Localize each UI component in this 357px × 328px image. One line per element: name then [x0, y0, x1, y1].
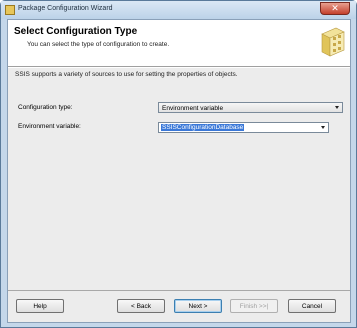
page-title: Select Configuration Type [14, 26, 138, 37]
configuration-type-value: Environment variable [162, 104, 224, 112]
next-button-label: Next > [188, 302, 208, 310]
intro-text: SSIS supports a variety of sources to us… [15, 71, 238, 78]
help-button[interactable]: Help [16, 299, 64, 313]
help-button-label: Help [33, 302, 47, 310]
wizard-header: Select Configuration Type You can select… [8, 20, 350, 66]
back-button-label: < Back [130, 302, 152, 310]
finish-button: Finish >>| [230, 299, 278, 313]
close-icon: ✕ [331, 3, 339, 14]
chevron-down-icon[interactable] [335, 106, 339, 109]
environment-variable-label: Environment variable: [18, 123, 81, 130]
wizard-window: Package Configuration Wizard ✕ Select Co… [0, 0, 357, 328]
back-button[interactable]: < Back [117, 299, 165, 313]
environment-variable-value[interactable]: SSISConfigurationDatabase [161, 124, 245, 131]
environment-variable-combobox[interactable]: SSISConfigurationDatabase [158, 122, 329, 133]
configuration-type-dropdown[interactable]: Environment variable [158, 102, 343, 113]
configuration-type-label: Configuration type: [18, 104, 73, 111]
configuration-wizard-art-icon [321, 27, 345, 57]
window-title: Package Configuration Wizard [18, 5, 113, 12]
cancel-button[interactable]: Cancel [288, 299, 336, 313]
chevron-down-icon[interactable] [321, 126, 325, 129]
finish-button-label: Finish >>| [239, 302, 269, 310]
footer-divider [8, 290, 350, 291]
title-bar[interactable]: Package Configuration Wizard ✕ [1, 1, 356, 19]
close-button[interactable]: ✕ [320, 2, 350, 15]
page-subtitle: You can select the type of configuration… [27, 41, 170, 48]
header-divider-highlight [8, 67, 350, 68]
cancel-button-label: Cancel [301, 302, 323, 310]
wizard-content: Select Configuration Type You can select… [7, 19, 351, 323]
package-wizard-icon [5, 5, 15, 15]
next-button[interactable]: Next > [174, 299, 222, 313]
